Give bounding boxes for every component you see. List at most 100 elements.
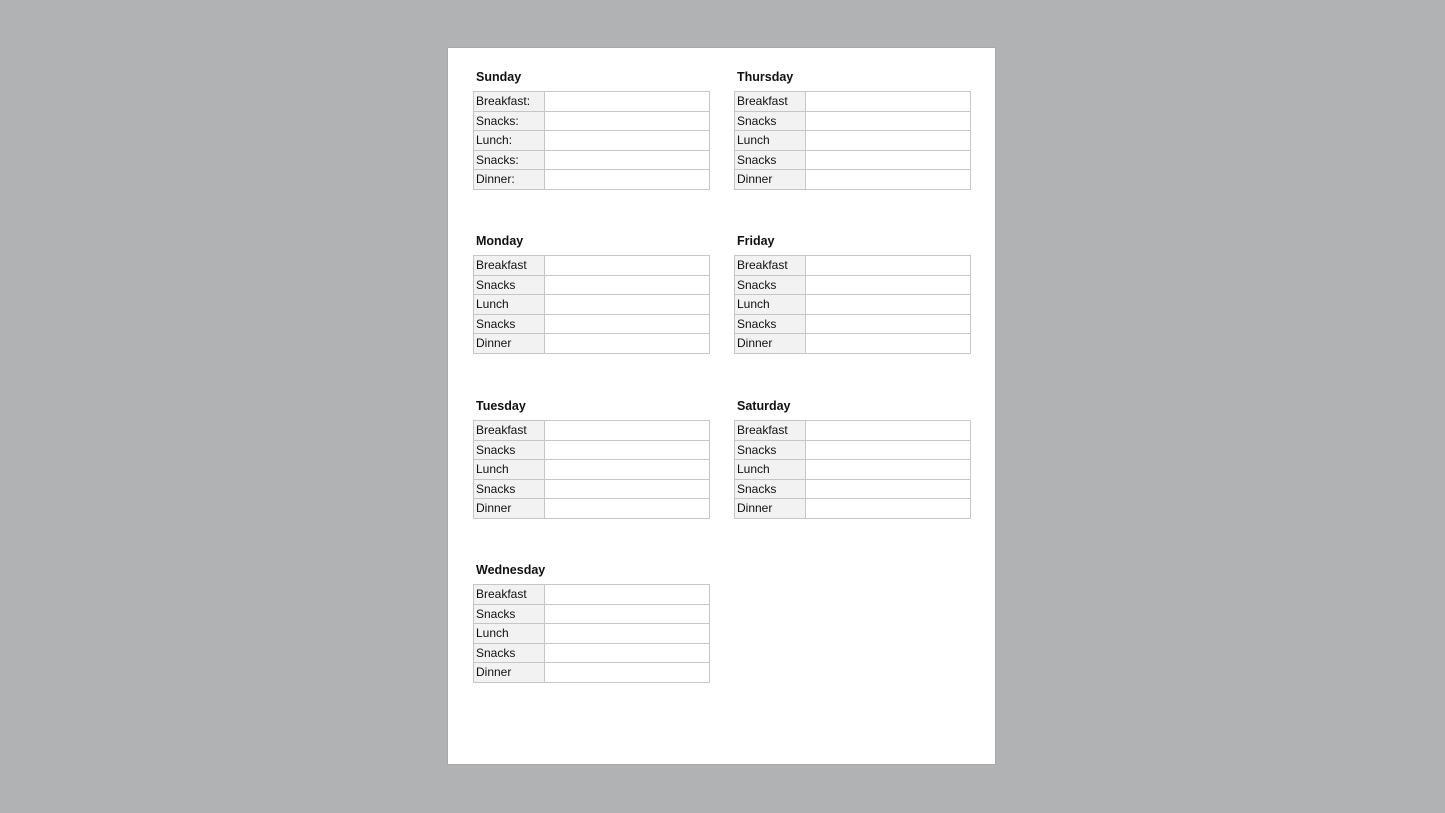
meal-label: Breakfast	[473, 255, 545, 276]
meal-entry-cell[interactable]	[544, 623, 710, 644]
meal-entry-cell[interactable]	[805, 420, 971, 441]
day-block-saturday: Saturday Breakfast Snacks Lunch Snacks Dinner	[734, 400, 971, 519]
meal-entry-cell[interactable]	[544, 420, 710, 441]
meal-row: Snacks	[734, 313, 971, 334]
meal-row: Breakfast:	[473, 91, 710, 112]
meal-label: Dinner	[734, 169, 806, 190]
meal-label: Dinner	[734, 333, 806, 354]
meal-row: Snacks	[473, 274, 710, 295]
meal-entry-cell[interactable]	[544, 313, 710, 334]
meal-entry-cell[interactable]	[805, 149, 971, 170]
meal-row: Lunch	[473, 623, 710, 644]
meal-label: Dinner	[473, 662, 545, 683]
meal-label: Snacks	[734, 274, 806, 295]
meal-row: Snacks	[734, 149, 971, 170]
meal-entry-cell[interactable]	[805, 313, 971, 334]
meal-label: Lunch	[473, 459, 545, 480]
meal-entry-cell[interactable]	[544, 294, 710, 315]
day-title: Saturday	[737, 399, 791, 413]
meal-label: Snacks	[734, 313, 806, 334]
meal-row: Lunch	[473, 459, 710, 480]
meal-row: Breakfast	[734, 91, 971, 112]
meal-row: Lunch	[473, 294, 710, 315]
meal-row: Snacks:	[473, 110, 710, 131]
meal-table: Breakfast Snacks Lunch Snacks Dinner	[473, 420, 710, 519]
day-block-monday: Monday Breakfast Snacks Lunch Snacks Dinner	[473, 235, 710, 354]
day-title: Wednesday	[476, 563, 546, 577]
meal-entry-cell[interactable]	[544, 498, 710, 519]
meal-label: Snacks	[473, 274, 545, 295]
day-title: Monday	[476, 234, 524, 248]
meal-entry-cell[interactable]	[544, 110, 710, 131]
day-block-friday: Friday Breakfast Snacks Lunch Snacks Dinner	[734, 235, 971, 354]
meal-entry-cell[interactable]	[544, 91, 710, 112]
meal-entry-cell[interactable]	[544, 662, 710, 683]
day-title: Sunday	[476, 70, 522, 84]
meal-entry-cell[interactable]	[544, 169, 710, 190]
meal-label: Lunch	[734, 294, 806, 315]
meal-entry-cell[interactable]	[805, 439, 971, 460]
meal-row: Snacks	[734, 439, 971, 460]
meal-entry-cell[interactable]	[805, 459, 971, 480]
meal-table: Breakfast Snacks Lunch Snacks Dinner	[734, 255, 971, 354]
meal-entry-cell[interactable]	[805, 274, 971, 295]
meal-entry-cell[interactable]	[805, 255, 971, 276]
meal-label: Snacks:	[473, 149, 545, 170]
meal-row: Snacks	[473, 439, 710, 460]
meal-table: Breakfast Snacks Lunch Snacks Dinner	[734, 91, 971, 190]
meal-row: Snacks	[473, 478, 710, 499]
meal-entry-cell[interactable]	[805, 130, 971, 151]
meal-row: Lunch	[734, 130, 971, 151]
meal-entry-cell[interactable]	[544, 642, 710, 663]
meal-row: Dinner	[734, 169, 971, 190]
day-title: Thursday	[737, 70, 794, 84]
meal-label: Breakfast	[473, 420, 545, 441]
meal-entry-cell[interactable]	[805, 91, 971, 112]
meal-label: Dinner	[473, 333, 545, 354]
meal-label: Dinner:	[473, 169, 545, 190]
meal-label: Snacks	[473, 478, 545, 499]
meal-label: Snacks	[734, 439, 806, 460]
meal-entry-cell[interactable]	[544, 459, 710, 480]
meal-row: Snacks	[734, 110, 971, 131]
meal-entry-cell[interactable]	[544, 130, 710, 151]
meal-label: Lunch	[473, 294, 545, 315]
meal-label: Snacks	[473, 642, 545, 663]
day-block-wednesday: Wednesday Breakfast Snacks Lunch Snacks Dinne…	[473, 564, 710, 683]
meal-row: Breakfast	[734, 255, 971, 276]
meal-label: Lunch	[734, 130, 806, 151]
day-block-thursday: Thursday Breakfast Snacks Lunch Snacks Dinner	[734, 71, 971, 190]
meal-entry-cell[interactable]	[544, 255, 710, 276]
meal-row: Dinner	[473, 498, 710, 519]
meal-table: Breakfast Snacks Lunch Snacks Dinner	[473, 255, 710, 354]
meal-entry-cell[interactable]	[544, 333, 710, 354]
meal-entry-cell[interactable]	[805, 498, 971, 519]
meal-label: Snacks	[734, 478, 806, 499]
meal-row: Lunch	[734, 294, 971, 315]
meal-row: Dinner:	[473, 169, 710, 190]
meal-entry-cell[interactable]	[805, 478, 971, 499]
meal-label: Dinner	[734, 498, 806, 519]
meal-row: Breakfast	[473, 584, 710, 605]
meal-label: Breakfast:	[473, 91, 545, 112]
meal-entry-cell[interactable]	[805, 333, 971, 354]
meal-entry-cell[interactable]	[805, 169, 971, 190]
meal-row: Breakfast	[734, 420, 971, 441]
meal-entry-cell[interactable]	[544, 603, 710, 624]
meal-entry-cell[interactable]	[544, 584, 710, 605]
meal-row: Dinner	[473, 662, 710, 683]
meal-row: Breakfast	[473, 420, 710, 441]
meal-entry-cell[interactable]	[805, 110, 971, 131]
meal-entry-cell[interactable]	[805, 294, 971, 315]
meal-table: Breakfast Snacks Lunch Snacks Dinner	[473, 584, 710, 683]
meal-entry-cell[interactable]	[544, 439, 710, 460]
day-title: Tuesday	[476, 399, 526, 413]
meal-entry-cell[interactable]	[544, 274, 710, 295]
meal-entry-cell[interactable]	[544, 478, 710, 499]
day-block-sunday: Sunday Breakfast: Snacks: Lunch: Snacks: Dinn…	[473, 71, 710, 190]
meal-row: Lunch:	[473, 130, 710, 151]
meal-entry-cell[interactable]	[544, 149, 710, 170]
meal-table: Breakfast Snacks Lunch Snacks Dinner	[734, 420, 971, 519]
meal-label: Snacks	[473, 603, 545, 624]
meal-table: Breakfast: Snacks: Lunch: Snacks: Dinner:	[473, 91, 710, 190]
